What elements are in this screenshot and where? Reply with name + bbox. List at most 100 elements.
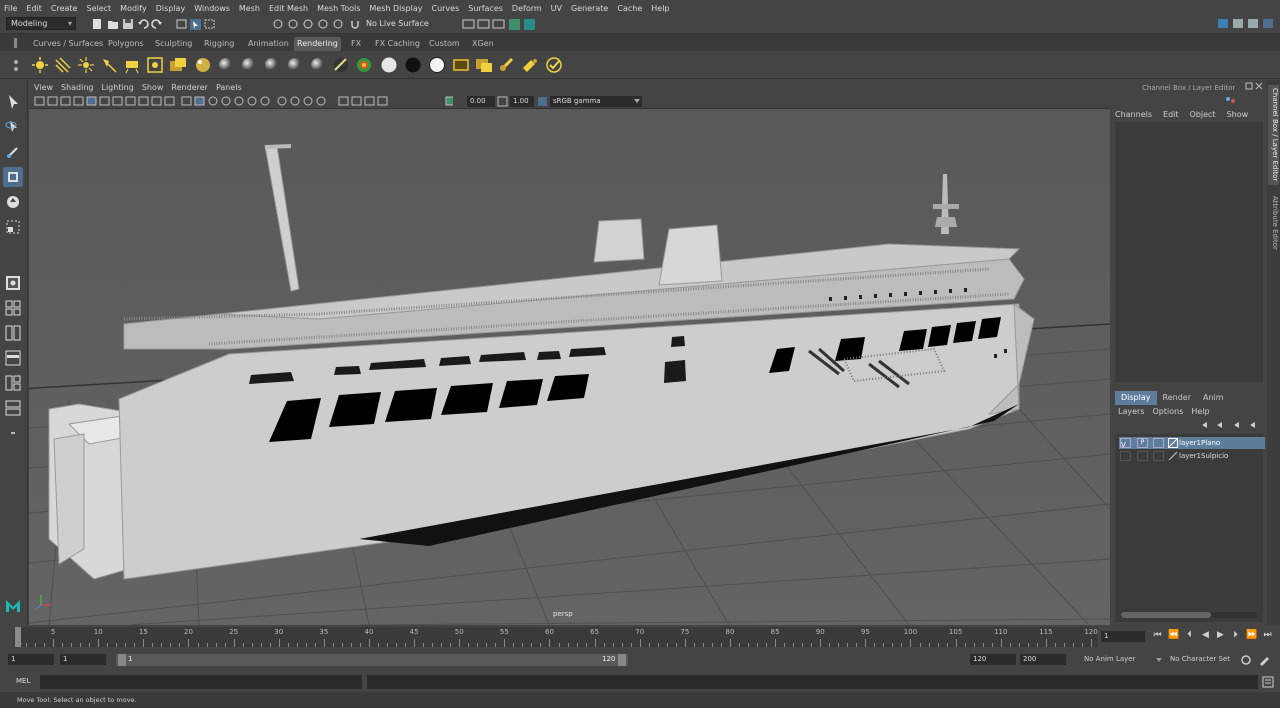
screen-space-ao-icon[interactable] [277, 96, 287, 106]
xray-icon[interactable] [351, 96, 362, 106]
rotate-tool-icon[interactable] [3, 192, 23, 212]
wireframe-icon[interactable] [181, 96, 192, 106]
select-object-icon[interactable] [190, 19, 201, 30]
safe-action-icon[interactable] [151, 96, 162, 106]
help-menu[interactable]: Help [1191, 407, 1209, 416]
surface-shader-icon[interactable] [286, 56, 304, 74]
channel-box-icon[interactable] [1263, 19, 1273, 28]
use-all-lights-icon[interactable] [247, 96, 257, 106]
menu-windows[interactable]: Windows [194, 4, 230, 13]
lambert-sphere-icon[interactable] [217, 56, 235, 74]
ramp-shader-icon[interactable] [332, 56, 350, 74]
render-settings-icon[interactable] [492, 19, 505, 29]
menu-uv[interactable]: UV [551, 4, 562, 13]
render-setup-icon[interactable] [545, 56, 563, 74]
new-empty-layer-icon[interactable] [1234, 422, 1239, 428]
xray-joints-icon[interactable] [364, 96, 375, 106]
directional-light-icon[interactable] [54, 56, 72, 74]
anisotropic-shader-icon[interactable] [309, 56, 327, 74]
move-layer-down-icon[interactable] [1217, 422, 1222, 428]
view-transform-icon[interactable] [537, 96, 549, 107]
use-default-material-icon[interactable] [208, 96, 218, 106]
tab-rigging[interactable]: Rigging [201, 37, 237, 51]
layer-display-type-toggle[interactable] [1153, 451, 1164, 461]
menu-surfaces[interactable]: Surfaces [468, 4, 503, 13]
camera-tools-icon[interactable] [47, 96, 58, 106]
snap-magnet-icon[interactable] [351, 21, 359, 29]
viewport-menu-renderer[interactable]: Renderer [171, 83, 208, 92]
playback-start-field[interactable]: 1 [60, 654, 106, 665]
menu-generate[interactable]: Generate [571, 4, 608, 13]
spot-light-icon[interactable] [100, 56, 118, 74]
motion-blur-icon[interactable] [290, 96, 300, 106]
tab-display[interactable]: Display [1115, 391, 1157, 405]
tab-xgen[interactable]: XGen [469, 37, 497, 51]
command-input[interactable] [40, 675, 362, 689]
menu-display[interactable]: Display [156, 4, 186, 13]
render-sequence-icon[interactable] [498, 56, 516, 74]
step-forward-frame-icon[interactable]: ⏵ [1230, 630, 1241, 641]
menu-create[interactable]: Create [51, 4, 78, 13]
shadows-icon[interactable] [260, 96, 270, 106]
menu-help[interactable]: Help [651, 4, 669, 13]
range-end-handle[interactable] [618, 654, 626, 666]
script-language-label[interactable]: MEL [16, 677, 30, 685]
layer-playback-toggle[interactable]: P [1137, 438, 1148, 448]
hypershade-icon[interactable] [521, 56, 539, 74]
menu-edit[interactable]: Edit [26, 4, 42, 13]
layer-playback-toggle[interactable] [1137, 451, 1148, 461]
step-forward-key-icon[interactable]: ⏩ [1246, 630, 1257, 641]
four-view-layout-icon[interactable] [3, 298, 23, 318]
animation-preferences-icon[interactable] [1258, 654, 1270, 666]
menu-deform[interactable]: Deform [512, 4, 542, 13]
smooth-shade-icon[interactable] [194, 96, 205, 106]
play-backwards-icon[interactable]: ◀ [1200, 630, 1211, 641]
viewport-menu-view[interactable]: View [34, 83, 53, 92]
animation-end-field[interactable]: 200 [1020, 654, 1066, 665]
tab-anim[interactable]: Anim [1197, 391, 1230, 405]
tab-custom[interactable]: Custom [426, 37, 463, 51]
animation-start-field[interactable]: 1 [8, 654, 54, 665]
textured-icon[interactable] [234, 96, 244, 106]
step-back-frame-icon[interactable]: ⏴ [1184, 630, 1195, 641]
tab-rendering[interactable]: Rendering [294, 37, 341, 51]
ambient-light-icon[interactable] [31, 56, 49, 74]
tab-sculpting[interactable]: Sculpting [152, 37, 195, 51]
select-component-icon[interactable] [204, 19, 215, 29]
white-sphere-icon[interactable] [428, 56, 446, 74]
tab-curves-surfaces[interactable]: Curves / Surfaces [30, 37, 106, 51]
grid-toggle-icon[interactable] [86, 96, 97, 106]
layer-color-icon[interactable] [1168, 438, 1178, 448]
layer-row[interactable]: layer1Sulpicio [1119, 450, 1265, 462]
tab-attribute-editor[interactable]: Attribute Editor [1268, 192, 1279, 254]
move-tool-icon[interactable] [3, 167, 23, 187]
menu-select[interactable]: Select [86, 4, 111, 13]
viewport-menu-shading[interactable]: Shading [61, 83, 94, 92]
new-layer-from-selected-icon[interactable] [1250, 422, 1255, 428]
color-space-dropdown[interactable]: sRGB gamma [550, 96, 642, 107]
edit-menu[interactable]: Edit [1163, 110, 1179, 119]
options-menu[interactable]: Options [1152, 407, 1183, 416]
object-menu[interactable]: Object [1190, 110, 1216, 119]
snap-view-plane-icon[interactable] [318, 19, 328, 29]
single-perspective-layout-icon[interactable] [3, 273, 23, 293]
bookmark-icon[interactable] [60, 96, 71, 106]
snap-grid-icon[interactable] [273, 19, 283, 29]
depth-of-field-icon[interactable] [316, 96, 326, 106]
hypershade-icon[interactable] [509, 19, 520, 30]
menu-mesh[interactable]: Mesh [239, 4, 260, 13]
white-sphere-icon[interactable] [380, 56, 398, 74]
select-hierarchy-icon[interactable] [176, 19, 187, 29]
close-panel-icon[interactable] [1255, 82, 1263, 90]
playback-end-field[interactable]: 120 [970, 654, 1016, 665]
workspace-dropdown[interactable]: Modeling [6, 17, 76, 30]
float-panel-icon[interactable] [1245, 82, 1253, 90]
render-view-icon[interactable] [452, 56, 470, 74]
shelf-menu-icon[interactable] [12, 37, 20, 49]
current-frame-field[interactable]: 1 [1101, 631, 1145, 642]
exposure-icon[interactable] [445, 96, 453, 106]
playback-range-bar[interactable]: 1 120 [116, 654, 628, 666]
collapse-icon[interactable] [3, 423, 23, 443]
scale-tool-icon[interactable] [3, 217, 23, 237]
layer-horizontal-scrollbar[interactable] [1121, 612, 1257, 618]
